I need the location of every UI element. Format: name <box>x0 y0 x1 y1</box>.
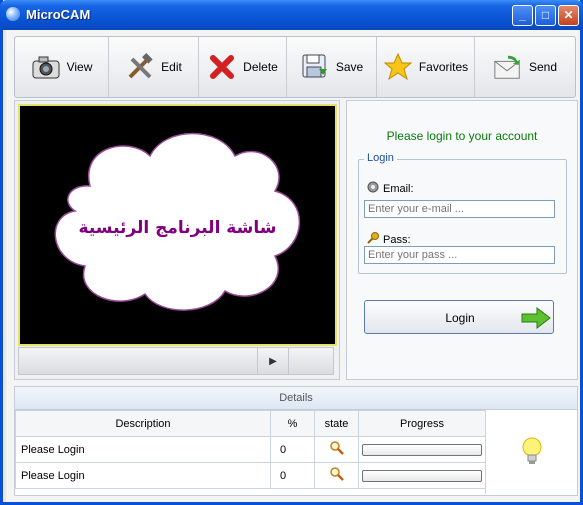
details-panel: Details Description % state Progress Ple… <box>14 386 578 496</box>
delete-button[interactable]: Delete <box>199 37 287 97</box>
row-description: Please Login <box>15 462 271 489</box>
row-description: Please Login <box>15 436 271 463</box>
maximize-button[interactable]: □ <box>535 5 556 26</box>
gear-icon <box>366 180 380 197</box>
login-panel: Please login to your account Login Email… <box>346 100 578 380</box>
star-icon <box>383 52 413 82</box>
edit-label: Edit <box>161 60 182 74</box>
login-button[interactable]: Login <box>364 300 554 334</box>
table-row[interactable]: Please Login 0 <box>15 462 486 489</box>
login-message: Please login to your account <box>386 129 538 143</box>
progress-bar <box>362 469 482 482</box>
row-progress <box>358 436 486 463</box>
cloud-text: شاشة البرنامج الرئيسية <box>78 218 277 238</box>
toolbar: View Edit Delete Save Favorites Send <box>14 36 576 98</box>
progress-bar <box>362 443 482 456</box>
arrow-right-icon <box>521 306 551 332</box>
column-percent[interactable]: % <box>270 410 315 437</box>
details-table: Description % state Progress Please Logi… <box>15 410 486 489</box>
view-label: View <box>66 60 93 74</box>
app-icon <box>6 7 20 21</box>
delete-label: Delete <box>243 60 278 74</box>
video-display[interactable]: شاشة البرنامج الرئيسية <box>18 104 337 346</box>
magnifier-icon[interactable] <box>314 436 359 463</box>
client-area: View Edit Delete Save Favorites Send شاش… <box>6 30 580 502</box>
login-group: Login Email: Pass: <box>358 152 567 274</box>
viewer-scrollbar[interactable]: ▶ <box>18 347 334 375</box>
viewer-panel: شاشة البرنامج الرئيسية ▶ <box>14 100 340 380</box>
details-title: Details <box>15 387 577 410</box>
tools-icon <box>125 52 155 82</box>
column-state[interactable]: state <box>314 410 359 437</box>
save-button[interactable]: Save <box>287 37 377 97</box>
email-field[interactable] <box>364 200 555 218</box>
close-button[interactable]: ✕ <box>558 5 579 26</box>
edit-button[interactable]: Edit <box>109 37 199 97</box>
email-label: Email: <box>383 182 414 195</box>
lightbulb-icon <box>485 410 578 494</box>
magnifier-icon[interactable] <box>314 462 359 489</box>
column-progress[interactable]: Progress <box>358 410 486 437</box>
delete-x-icon <box>207 52 237 82</box>
camera-icon <box>31 52 61 82</box>
email-label-row: Email: <box>366 180 414 197</box>
table-header-row: Description % state Progress <box>15 410 486 437</box>
login-group-title: Login <box>364 152 397 164</box>
row-percent: 0 <box>270 436 315 463</box>
play-arrow-icon: ▶ <box>269 355 277 367</box>
window-title: MicroCAM <box>26 7 91 22</box>
row-percent: 0 <box>270 462 315 489</box>
column-description[interactable]: Description <box>15 410 271 437</box>
table-row[interactable]: Please Login 0 <box>15 436 486 463</box>
password-field[interactable] <box>364 246 555 264</box>
send-button[interactable]: Send <box>475 37 575 97</box>
app-window: MicroCAM _ □ ✕ View Edit Delete Save Fav… <box>0 0 583 505</box>
pass-label: Pass: <box>383 233 411 246</box>
save-icon <box>300 52 330 82</box>
minimize-button[interactable]: _ <box>512 5 533 26</box>
scroll-right-button[interactable]: ▶ <box>257 348 289 374</box>
mail-icon <box>493 52 523 82</box>
send-label: Send <box>528 60 558 74</box>
view-button[interactable]: View <box>15 37 109 97</box>
title-bar[interactable]: MicroCAM _ □ ✕ <box>0 0 583 30</box>
favorites-button[interactable]: Favorites <box>377 37 475 97</box>
favorites-label: Favorites <box>418 60 469 74</box>
row-progress <box>358 462 486 489</box>
save-label: Save <box>335 60 364 74</box>
